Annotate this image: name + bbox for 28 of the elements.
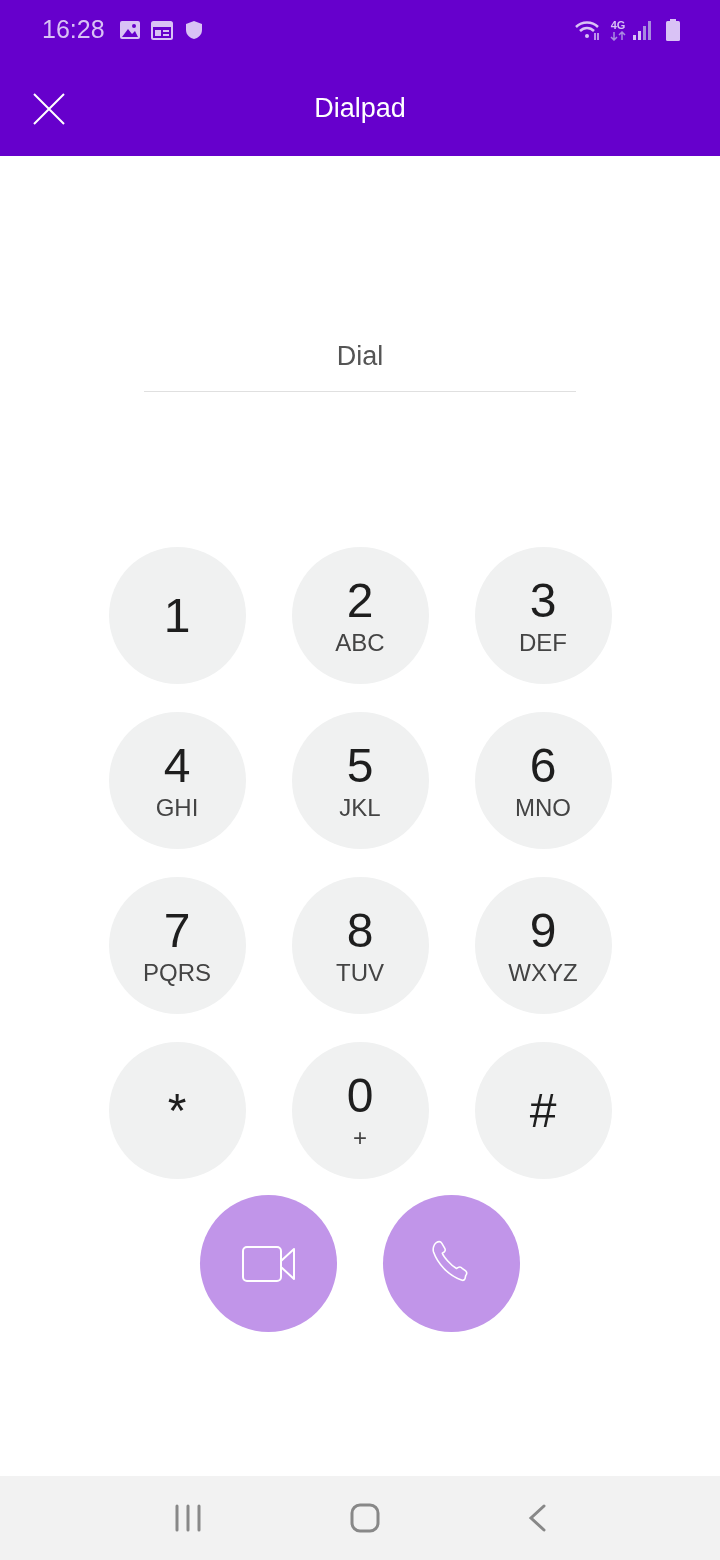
dialpad-key[interactable]: * xyxy=(108,1042,246,1179)
dialpad-key[interactable]: 7 PQRS xyxy=(108,877,246,1014)
dialpad-key[interactable]: 6 MNO xyxy=(474,712,612,849)
dialpad-key[interactable]: 9 WXYZ xyxy=(474,877,612,1014)
status-time: 16:28 xyxy=(42,14,105,46)
signal-icon xyxy=(632,19,652,41)
dial-field[interactable]: Dial xyxy=(144,322,576,392)
dialpad-key[interactable]: 5 JKL xyxy=(291,712,429,849)
home-icon[interactable] xyxy=(350,1503,380,1533)
dialpad-key[interactable]: 8 TUV xyxy=(291,877,429,1014)
close-icon xyxy=(33,93,65,125)
wifi-icon xyxy=(574,19,602,41)
dialpad-key[interactable]: # xyxy=(474,1042,612,1179)
calendar-icon xyxy=(150,20,173,40)
dialpad-key[interactable]: 1 xyxy=(108,547,246,684)
back-icon[interactable] xyxy=(528,1504,546,1532)
video-camera-icon xyxy=(241,1245,296,1282)
image-icon xyxy=(118,20,141,40)
recent-apps-icon[interactable] xyxy=(174,1504,202,1532)
network-type: 4G xyxy=(610,19,626,31)
shield-icon xyxy=(184,20,203,40)
dialpad-key[interactable]: 2 ABC xyxy=(291,547,429,684)
dialpad-key[interactable]: 0 + xyxy=(291,1042,429,1179)
screen-title: Dialpad xyxy=(314,91,406,125)
battery-icon xyxy=(666,19,680,41)
dialpad-key[interactable]: 4 GHI xyxy=(108,712,246,849)
data-arrows-icon xyxy=(610,30,626,41)
dialpad-key[interactable]: 3 DEF xyxy=(474,547,612,684)
